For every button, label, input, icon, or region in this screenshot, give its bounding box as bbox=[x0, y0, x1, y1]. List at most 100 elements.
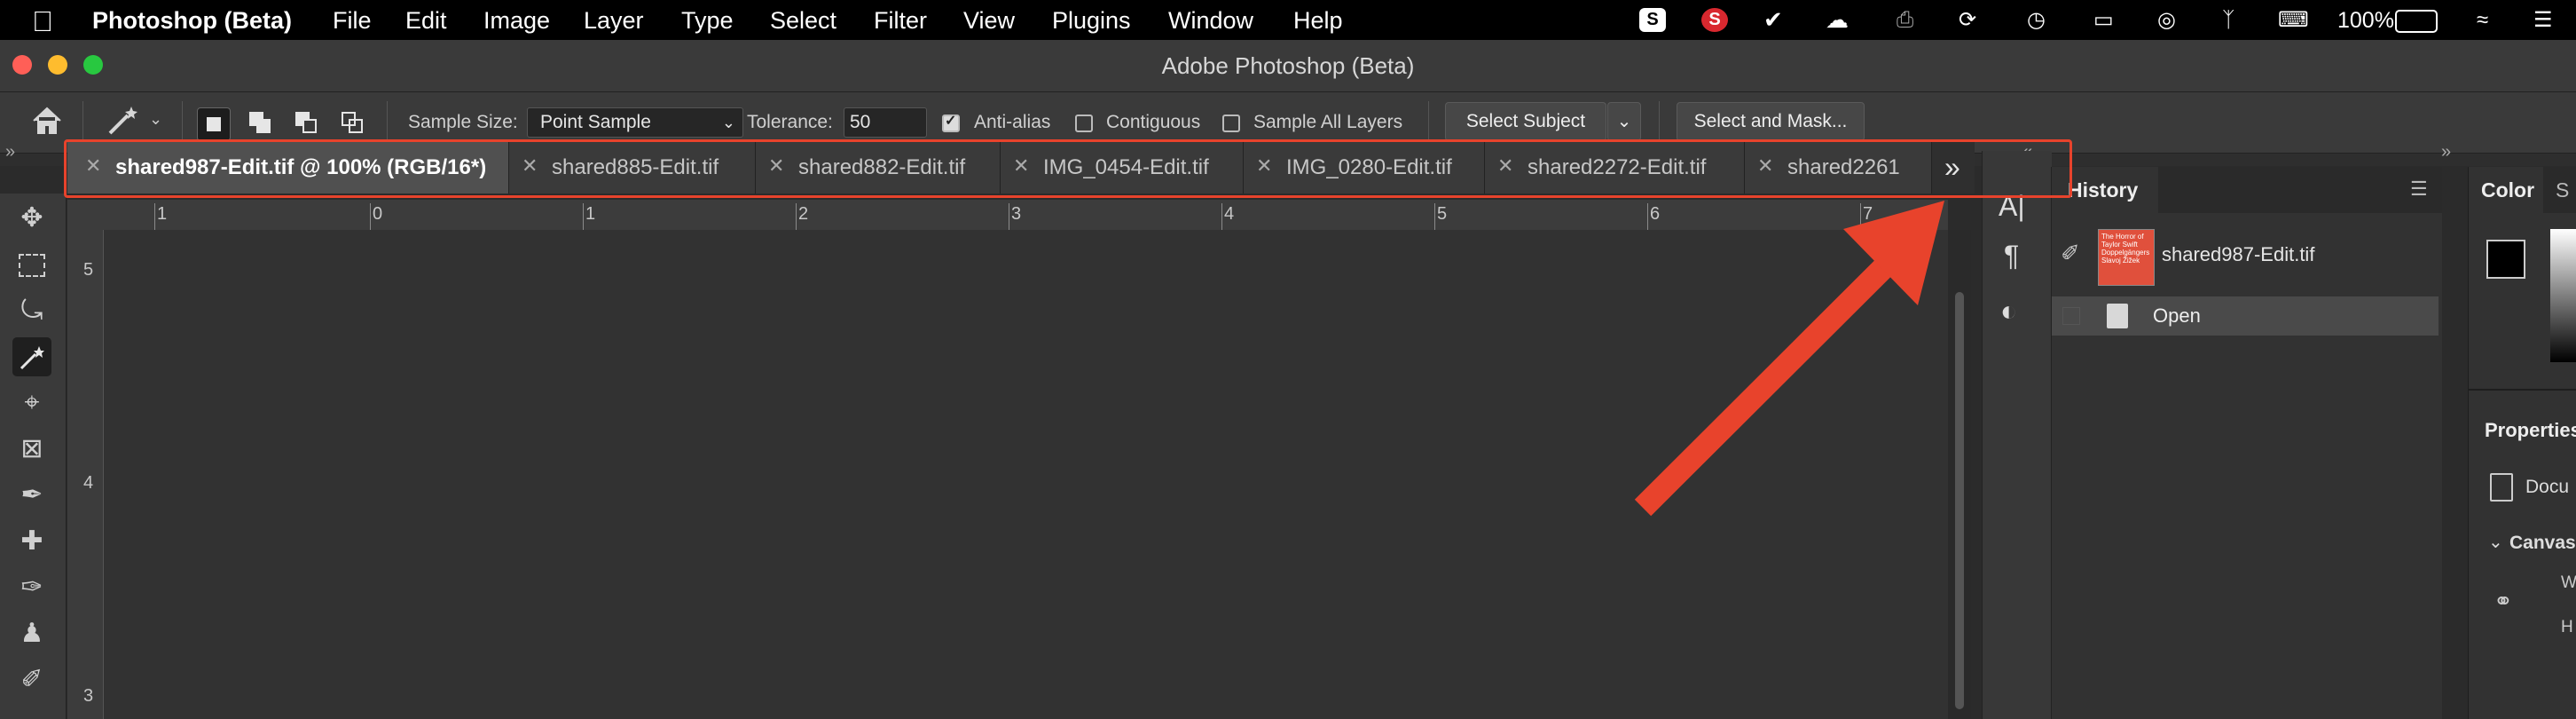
color-picker-field[interactable] bbox=[2550, 229, 2576, 362]
display-icon[interactable]: ▭ bbox=[2093, 8, 2120, 32]
bluetooth-icon[interactable]: ᛉ bbox=[2222, 8, 2249, 32]
step-checkbox[interactable] bbox=[2062, 307, 2080, 325]
swatches-tab[interactable]: S bbox=[2556, 178, 2569, 202]
foreground-color-swatch[interactable] bbox=[2486, 240, 2525, 279]
battery-icon[interactable] bbox=[2395, 10, 2438, 33]
contiguous-checkbox[interactable] bbox=[1075, 115, 1093, 132]
frame-tool-icon[interactable]: ⊠ bbox=[12, 430, 51, 469]
document-canvas[interactable] bbox=[104, 230, 1953, 719]
battery-percent: 100% bbox=[2337, 8, 2394, 33]
panel-menu-icon[interactable]: ☰ bbox=[2410, 178, 2428, 201]
menu-file[interactable]: File bbox=[333, 7, 372, 35]
adjustments-panel-icon[interactable]: ◐ bbox=[2000, 295, 2017, 328]
window-title: Adobe Photoshop (Beta) bbox=[1161, 52, 1415, 79]
collapsed-panel-strip: A| ¶ ◐ bbox=[1982, 151, 2052, 719]
healing-brush-tool-icon[interactable]: ✚ bbox=[12, 522, 51, 561]
apple-menu-icon[interactable]:  bbox=[32, 5, 53, 38]
subtract-from-selection-button[interactable] bbox=[291, 107, 323, 139]
link-icon[interactable]: ⚭ bbox=[2494, 588, 2513, 615]
menu-select[interactable]: Select bbox=[770, 7, 836, 35]
crop-tool-icon[interactable]: ⌖ bbox=[12, 383, 51, 423]
anti-alias-checkbox[interactable]: ✓ bbox=[942, 114, 960, 132]
lasso-tool-icon[interactable]: ⤿ bbox=[12, 291, 51, 330]
chevron-down-icon[interactable]: ⌄ bbox=[2488, 531, 2503, 553]
title-bar: Adobe Photoshop (Beta) bbox=[0, 40, 2576, 92]
ruler-label: 1 bbox=[585, 204, 596, 224]
new-selection-button[interactable] bbox=[197, 107, 231, 141]
history-tab[interactable]: History bbox=[2068, 178, 2138, 202]
menu-type[interactable]: Type bbox=[681, 7, 734, 35]
sync-icon[interactable]: ⟳ bbox=[1959, 8, 1985, 32]
sample-size-label: Sample Size: bbox=[408, 112, 518, 132]
menu-help[interactable]: Help bbox=[1293, 7, 1343, 35]
menu-image[interactable]: Image bbox=[483, 7, 550, 35]
menubar:  Photoshop (Beta) File Edit Image Layer… bbox=[0, 0, 2576, 40]
select-and-mask-button[interactable]: Select and Mask... bbox=[1677, 102, 1865, 141]
menu-edit[interactable]: Edit bbox=[405, 7, 447, 35]
document-step-icon bbox=[2107, 304, 2128, 328]
ruler-label: 0 bbox=[373, 204, 383, 224]
wifi-icon[interactable]: ≈ bbox=[2477, 8, 2503, 32]
horizontal-ruler: 1 0 1 2 3 4 5 6 7 bbox=[67, 200, 1948, 231]
ruler-label: 4 bbox=[83, 473, 94, 493]
select-subject-button[interactable]: Select Subject bbox=[1445, 102, 1606, 141]
ruler-label: 2 bbox=[798, 204, 809, 224]
history-panel-header: History ☰ bbox=[2052, 167, 2442, 213]
properties-title[interactable]: Properties bbox=[2485, 419, 2576, 442]
select-subject-dropdown[interactable]: ⌄ bbox=[1607, 102, 1641, 141]
ruler-label: 5 bbox=[83, 260, 94, 280]
history-step[interactable]: Open bbox=[2052, 296, 2439, 336]
snapshot-name[interactable]: shared987-Edit.tif bbox=[2162, 243, 2314, 266]
eyedropper-tool-icon[interactable]: ✒ bbox=[12, 476, 51, 515]
color-tab[interactable]: Color bbox=[2481, 178, 2534, 202]
s-red-app-icon[interactable]: S bbox=[1701, 8, 1728, 32]
move-tool-icon[interactable]: ✥ bbox=[12, 199, 51, 238]
ruler-label: 5 bbox=[1437, 204, 1448, 224]
marquee-tool-icon[interactable] bbox=[12, 245, 51, 284]
ruler-label: 3 bbox=[83, 686, 94, 706]
time-machine-icon[interactable]: ◷ bbox=[2027, 8, 2054, 32]
control-center-icon[interactable]: ☰ bbox=[2533, 8, 2560, 32]
menu-filter[interactable]: Filter bbox=[874, 7, 927, 35]
keyboard-icon[interactable]: ⌨ bbox=[2278, 8, 2309, 32]
sample-size-value: Point Sample bbox=[540, 112, 651, 132]
history-brush-source-icon[interactable]: ✐ bbox=[2061, 240, 2080, 267]
intersect-selection-button[interactable] bbox=[337, 107, 369, 139]
ruler-label: 3 bbox=[1011, 204, 1022, 224]
magic-wand-tool-icon[interactable] bbox=[12, 337, 51, 376]
menu-view[interactable]: View bbox=[963, 7, 1015, 35]
tool-preset-chevron-icon[interactable]: ⌄ bbox=[149, 110, 162, 129]
annotation-highlight-box bbox=[64, 139, 2072, 198]
expand-panels-icon[interactable]: » bbox=[2441, 142, 2451, 162]
thumbnail-text: The Horror of Taylor Swift Doppelgängers… bbox=[2101, 233, 2150, 265]
canvas-section-label[interactable]: Canvas bbox=[2509, 533, 2576, 554]
scrollbar-thumb[interactable] bbox=[1955, 292, 1964, 709]
shield-check-icon[interactable]: ✔ bbox=[1763, 8, 1790, 32]
anti-alias-label: Anti-alias bbox=[974, 112, 1051, 132]
right-panels: Color S Properties Docu ⌄ Canvas ⚭ W H bbox=[2468, 167, 2576, 719]
tolerance-input[interactable]: 50 bbox=[844, 107, 927, 138]
paragraph-panel-icon[interactable]: ¶ bbox=[2004, 240, 2019, 273]
history-brush-tool-icon[interactable]: ✐ bbox=[12, 660, 51, 699]
menu-app-name[interactable]: Photoshop (Beta) bbox=[92, 7, 292, 35]
ruler-label: 4 bbox=[1224, 204, 1235, 224]
collapse-toolbar-icon[interactable]: » bbox=[5, 142, 15, 162]
vertical-scrollbar[interactable] bbox=[1948, 230, 1971, 719]
menu-plugins[interactable]: Plugins bbox=[1052, 7, 1131, 35]
sample-size-select[interactable]: Point Sample ⌄ bbox=[527, 107, 743, 138]
printer-icon[interactable]: ⎙ bbox=[1897, 8, 1923, 32]
menu-window[interactable]: Window bbox=[1168, 7, 1253, 35]
menu-layer[interactable]: Layer bbox=[584, 7, 644, 35]
history-step-label: Open bbox=[2153, 304, 2201, 327]
home-icon[interactable] bbox=[30, 105, 64, 137]
add-to-selection-button[interactable] bbox=[245, 107, 277, 139]
brush-tool-icon[interactable]: ✑ bbox=[12, 568, 51, 607]
creative-cloud-icon[interactable]: ☁ bbox=[1826, 8, 1852, 32]
chevron-down-icon: ⌄ bbox=[1616, 112, 1632, 131]
magic-wand-tool-icon[interactable] bbox=[105, 103, 140, 138]
s-app-icon[interactable]: S bbox=[1639, 8, 1666, 32]
airdrop-icon[interactable]: ◎ bbox=[2157, 8, 2184, 32]
sample-all-layers-checkbox[interactable] bbox=[1222, 115, 1240, 132]
clone-stamp-tool-icon[interactable]: ♟ bbox=[12, 614, 51, 653]
properties-doc-label: Docu bbox=[2525, 477, 2570, 497]
